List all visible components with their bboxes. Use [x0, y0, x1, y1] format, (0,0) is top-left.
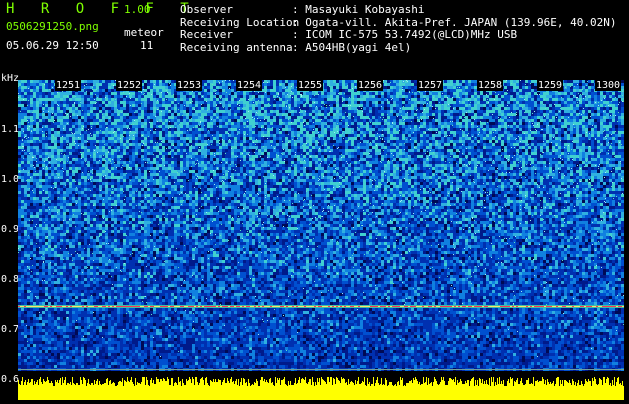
time-tick-label: 1259 [537, 80, 564, 91]
info-row-antenna: Receiving antenna: A504HB(yagi 4el) [180, 41, 617, 55]
signal-histogram [18, 375, 624, 400]
time-tick-label: 1252 [116, 80, 143, 91]
frequency-axis: kHz 1.1 1.0 0.9 0.8 0.7 0.6 [0, 70, 19, 400]
file-name: 0506291250.png [6, 20, 99, 33]
time-tick-label: 1254 [236, 80, 263, 91]
meteor-label: meteor [124, 26, 164, 39]
time-tick-label: 1253 [176, 80, 203, 91]
y-tick-label: 1.0 [1, 174, 19, 185]
time-tick-label: 1251 [55, 80, 82, 91]
time-tick-label: 1258 [477, 80, 504, 91]
time-tick-label: 1300 [595, 80, 622, 91]
time-tick-label: 1257 [417, 80, 444, 91]
time-tick-label: 1256 [357, 80, 384, 91]
y-tick-label: 0.7 [1, 324, 19, 335]
y-tick-label: 0.8 [1, 274, 19, 285]
spectrogram [18, 80, 624, 371]
spectrogram-canvas [18, 80, 624, 371]
y-tick-label: 1.1 [1, 124, 19, 135]
y-tick-label: 0.9 [1, 224, 19, 235]
y-tick-label: 0.6 [1, 374, 19, 385]
station-info: Observer: Masayuki Kobayashi Receiving L… [180, 3, 617, 55]
app-brand: H R O F F T [6, 1, 198, 17]
app-version: 1.00 [124, 3, 151, 16]
meteor-count: 11 [140, 39, 153, 52]
time-tick-label: 1255 [297, 80, 324, 91]
histogram-canvas [18, 377, 624, 400]
date-time: 05.06.29 12:50 [6, 39, 99, 52]
header-panel: H R O F F T 1.00 0506291250.png meteor 0… [0, 0, 629, 78]
frequency-unit-label: kHz [1, 73, 19, 84]
